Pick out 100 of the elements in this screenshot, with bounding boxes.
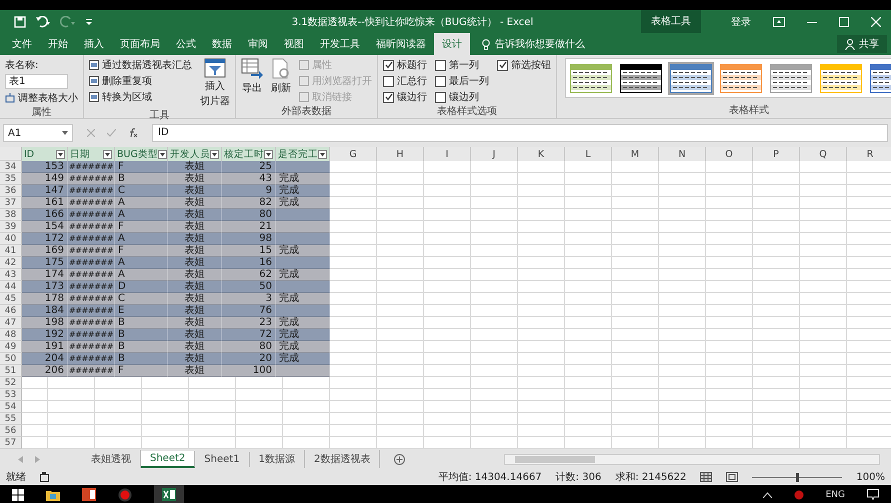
row-header[interactable]: 38 <box>0 209 22 221</box>
column-header[interactable]: 核定工时 <box>222 147 276 161</box>
column-header[interactable]: O <box>706 147 753 161</box>
checkbox[interactable] <box>435 76 446 86</box>
checkbox[interactable] <box>383 60 394 70</box>
sheet-tab[interactable]: 1数据源 <box>250 450 305 468</box>
row-header[interactable]: 42 <box>0 257 22 269</box>
table-style-thumbnail[interactable] <box>718 62 764 94</box>
column-header[interactable]: H <box>377 147 424 161</box>
ribbon-tab[interactable]: 公式 <box>168 33 204 55</box>
filter-dropdown-icon[interactable] <box>264 150 273 158</box>
column-header[interactable]: ID <box>22 147 68 161</box>
checkbox[interactable] <box>497 60 508 70</box>
insert-slicer-label[interactable]: 插入 <box>205 79 225 93</box>
tell-me-field[interactable]: 告诉我你想要做什么 <box>495 37 585 51</box>
page-layout-icon[interactable] <box>726 472 738 482</box>
export-icon[interactable] <box>241 58 263 80</box>
column-header[interactable]: Q <box>800 147 847 161</box>
table-style-thumbnail[interactable] <box>618 62 664 94</box>
macro-record-icon[interactable] <box>40 472 50 482</box>
row-header[interactable]: 40 <box>0 233 22 245</box>
column-header[interactable]: R <box>847 147 891 161</box>
column-header[interactable]: P <box>753 147 800 161</box>
refresh-button[interactable]: 刷新 <box>271 81 291 95</box>
resize-table-icon[interactable] <box>5 93 15 103</box>
customize-icon[interactable] <box>85 16 93 26</box>
row-header[interactable]: 41 <box>0 245 22 257</box>
spreadsheet-app-icon[interactable] <box>154 485 184 503</box>
row-header[interactable]: 47 <box>0 317 22 329</box>
maximize-icon[interactable] <box>839 16 849 26</box>
table-style-thumbnail[interactable] <box>668 62 714 94</box>
filter-dropdown-icon[interactable] <box>158 150 167 158</box>
resize-table-button[interactable]: 调整表格大小 <box>18 91 78 105</box>
ribbon-tab[interactable]: 开始 <box>40 33 76 55</box>
undo-icon[interactable] <box>35 16 51 28</box>
ribbon-tab[interactable]: 审阅 <box>240 33 276 55</box>
ribbon-tab[interactable]: 数据 <box>204 33 240 55</box>
normal-view-icon[interactable] <box>700 472 712 482</box>
row-header[interactable]: 54 <box>0 401 22 413</box>
row-header[interactable]: 36 <box>0 185 22 197</box>
export-button[interactable]: 导出 <box>242 81 262 95</box>
column-header[interactable]: I <box>424 147 471 161</box>
row-header[interactable]: 45 <box>0 293 22 305</box>
add-sheet-icon[interactable] <box>394 454 406 464</box>
ribbon-display-icon[interactable] <box>773 16 785 26</box>
formula-field[interactable]: ID <box>152 124 888 142</box>
filter-dropdown-icon[interactable] <box>318 150 327 158</box>
checkbox[interactable] <box>383 92 394 102</box>
tool-button[interactable]: 删除重复项 <box>102 74 152 88</box>
filter-dropdown-icon[interactable] <box>210 150 219 158</box>
insert-slicer-label[interactable]: 切片器 <box>200 94 230 108</box>
horizontal-scrollbar[interactable] <box>504 454 880 464</box>
sheet-tab[interactable]: 2数据透视表 <box>304 450 380 468</box>
chevron-up-icon[interactable] <box>762 492 772 498</box>
sign-in-link[interactable]: 登录 <box>731 14 751 28</box>
column-header[interactable]: G <box>330 147 377 161</box>
column-header[interactable]: 开发人员 <box>168 147 222 161</box>
language-indicator[interactable]: ENG <box>826 490 845 500</box>
row-header[interactable]: 48 <box>0 329 22 341</box>
row-header[interactable]: 52 <box>0 377 22 389</box>
record-icon[interactable] <box>118 488 132 502</box>
table-style-thumbnail[interactable] <box>568 62 614 94</box>
row-header[interactable]: 56 <box>0 425 22 437</box>
zoom-level[interactable]: 100% <box>856 472 885 482</box>
row-header[interactable]: 35 <box>0 173 22 185</box>
row-header[interactable]: 44 <box>0 281 22 293</box>
tool-button[interactable]: 转换为区域 <box>102 90 152 104</box>
notification-icon[interactable] <box>867 489 879 500</box>
ribbon-tab[interactable]: 插入 <box>76 33 112 55</box>
record-tray-icon[interactable] <box>794 490 804 500</box>
table-name-field[interactable]: 表1 <box>5 74 68 89</box>
row-header[interactable]: 55 <box>0 413 22 425</box>
column-header[interactable]: 是否完工 <box>276 147 330 161</box>
checkbox[interactable] <box>435 92 446 102</box>
column-header[interactable]: K <box>518 147 565 161</box>
share-button[interactable]: 共享 <box>837 35 887 53</box>
column-header[interactable]: N <box>659 147 706 161</box>
ribbon-tab[interactable]: 福昕阅读器 <box>368 33 434 55</box>
sheet-tab[interactable]: Sheet2 <box>141 450 196 468</box>
column-header[interactable]: J <box>471 147 518 161</box>
column-header[interactable]: M <box>612 147 659 161</box>
ribbon-tab[interactable]: 文件 <box>4 33 40 55</box>
filter-dropdown-icon[interactable] <box>103 150 112 158</box>
tool-button[interactable]: 通过数据透视表汇总 <box>102 58 192 72</box>
row-header[interactable]: 57 <box>0 437 22 449</box>
refresh-icon[interactable] <box>271 58 291 80</box>
presentation-app-icon[interactable] <box>82 488 96 501</box>
column-header[interactable]: 日期 <box>68 147 115 161</box>
sheet-tab[interactable]: Sheet1 <box>195 452 250 466</box>
row-header[interactable]: 53 <box>0 389 22 401</box>
ribbon-tab[interactable]: 开发工具 <box>312 33 368 55</box>
zoom-slider-thumb[interactable] <box>796 472 800 482</box>
table-style-thumbnail[interactable] <box>768 62 814 94</box>
ribbon-tab[interactable]: 设计 <box>434 33 470 55</box>
ribbon-tab[interactable]: 页面布局 <box>112 33 168 55</box>
row-header[interactable]: 50 <box>0 353 22 365</box>
ribbon-tab[interactable]: 视图 <box>276 33 312 55</box>
row-header[interactable]: 51 <box>0 365 22 377</box>
slicer-icon[interactable] <box>204 58 226 78</box>
row-header[interactable]: 39 <box>0 221 22 233</box>
